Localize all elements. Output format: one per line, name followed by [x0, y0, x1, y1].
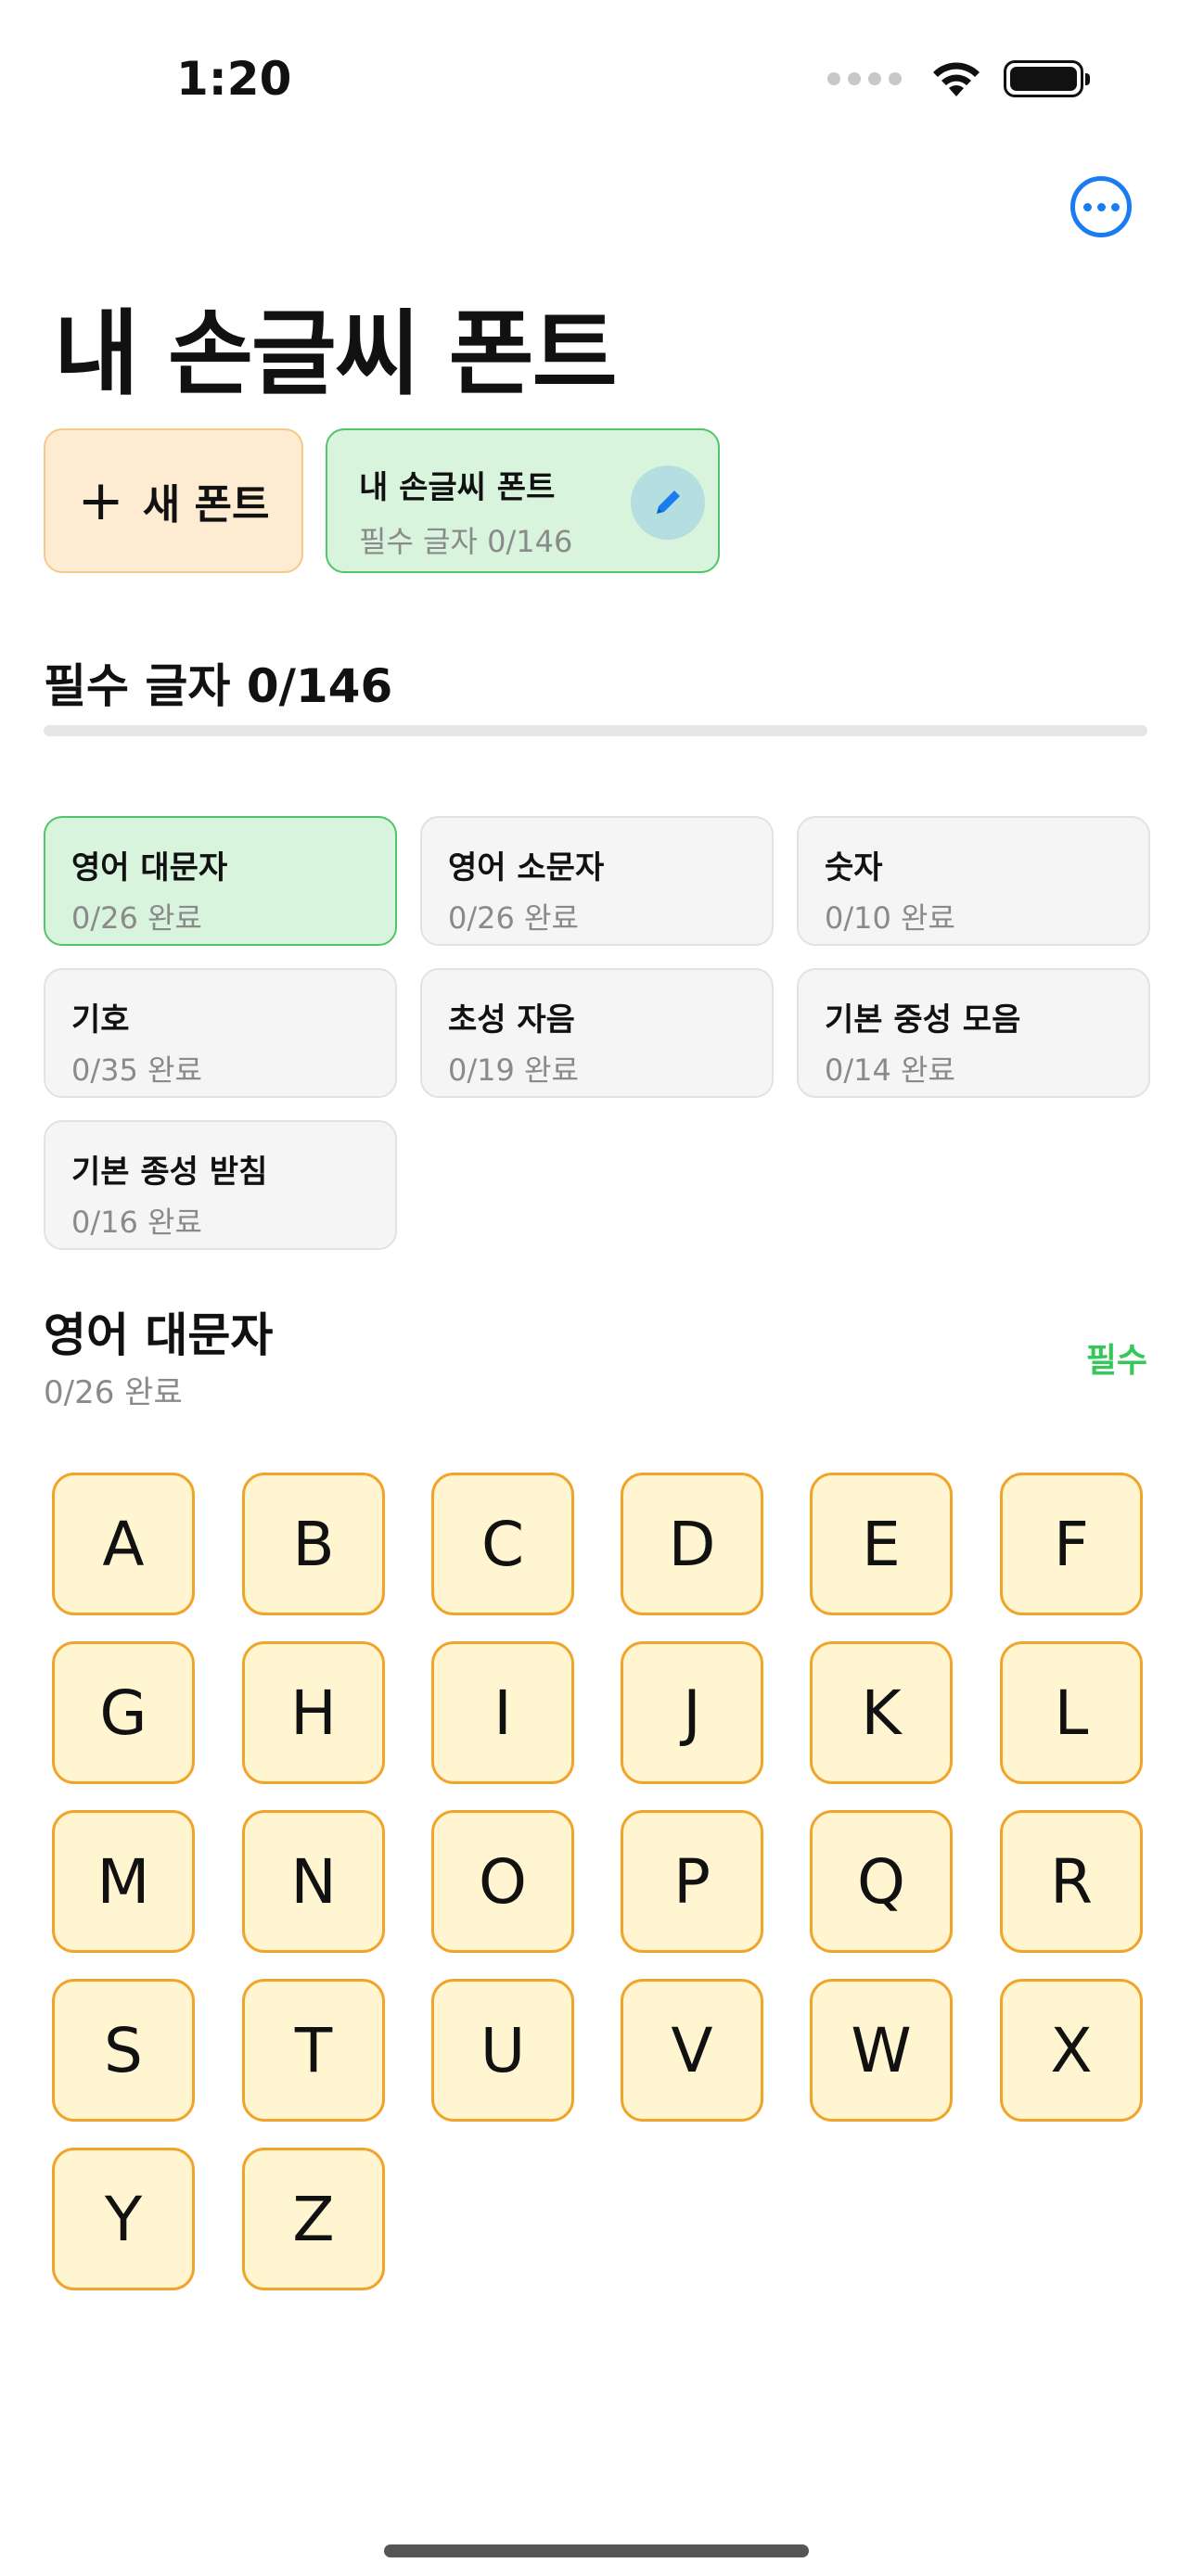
letter-tile[interactable]: N [242, 1810, 385, 1953]
letter-tile[interactable]: W [810, 1979, 953, 2122]
letter-tile[interactable]: B [242, 1473, 385, 1615]
cellular-signal-icon [827, 72, 902, 85]
category-progress: 0/26 완료 [448, 900, 579, 936]
required-progress-bar [44, 725, 1147, 736]
letter-tile[interactable]: O [431, 1810, 574, 1953]
letter-tile[interactable]: U [431, 1979, 574, 2122]
screen: 1:20 내 손글씨 폰트 + 새 폰트 내 손글씨 폰트 필수 글자 0/14… [0, 0, 1191, 2576]
category-progress: 0/16 완료 [71, 1205, 202, 1240]
letter-tile[interactable]: F [1000, 1473, 1143, 1615]
category-progress: 0/26 완료 [71, 900, 202, 936]
letter-tile[interactable]: Q [810, 1810, 953, 1953]
wifi-icon [933, 62, 980, 96]
category-progress: 0/10 완료 [825, 900, 955, 936]
category-card[interactable]: 영어 소문자 0/26 완료 [420, 816, 774, 946]
letter-tile[interactable]: J [621, 1641, 763, 1784]
more-options-button[interactable] [1070, 176, 1132, 237]
category-card[interactable]: 기호 0/35 완료 [44, 968, 397, 1098]
letter-tile[interactable]: P [621, 1810, 763, 1953]
category-card[interactable]: 숫자 0/10 완료 [797, 816, 1150, 946]
category-name: 영어 소문자 [448, 849, 605, 886]
category-progress: 0/35 완료 [71, 1052, 202, 1088]
category-name: 영어 대문자 [71, 849, 228, 886]
new-font-label: 새 폰트 [142, 481, 270, 529]
letter-tile[interactable]: V [621, 1979, 763, 2122]
letter-tile[interactable]: A [52, 1473, 195, 1615]
font-card-current[interactable]: 내 손글씨 폰트 필수 글자 0/146 [326, 428, 720, 573]
letter-tile[interactable]: H [242, 1641, 385, 1784]
page-title: 내 손글씨 폰트 [54, 300, 618, 408]
edit-font-button[interactable] [631, 465, 705, 540]
required-badge: 필수 [1085, 1342, 1147, 1380]
category-card[interactable]: 기본 중성 모음 0/14 완료 [797, 968, 1150, 1098]
letter-tile[interactable]: S [52, 1979, 195, 2122]
category-name: 기호 [71, 1001, 130, 1039]
category-progress: 0/19 완료 [448, 1052, 579, 1088]
pencil-icon [657, 491, 680, 514]
detail-progress: 0/26 완료 [44, 1374, 183, 1411]
letter-tile[interactable]: M [52, 1810, 195, 1953]
required-section-title: 필수 글자 0/146 [44, 659, 393, 713]
plus-icon: + [77, 468, 124, 533]
ellipsis-icon [1082, 202, 1092, 211]
home-indicator[interactable] [384, 2544, 809, 2557]
category-progress: 0/14 완료 [825, 1052, 955, 1088]
category-name: 기본 중성 모음 [825, 1001, 1021, 1039]
status-icons [827, 59, 1090, 98]
letter-tile[interactable]: R [1000, 1810, 1143, 1953]
letter-tile[interactable]: D [621, 1473, 763, 1615]
category-name: 기본 종성 받침 [71, 1154, 268, 1191]
category-card[interactable]: 초성 자음 0/19 완료 [420, 968, 774, 1098]
category-name: 숫자 [825, 849, 883, 886]
letter-tile[interactable]: Z [242, 2148, 385, 2290]
new-font-button[interactable]: + 새 폰트 [44, 428, 303, 573]
letter-tile[interactable]: I [431, 1641, 574, 1784]
letter-tile[interactable]: C [431, 1473, 574, 1615]
letter-tile[interactable]: E [810, 1473, 953, 1615]
letter-tile[interactable]: K [810, 1641, 953, 1784]
letter-tile[interactable]: G [52, 1641, 195, 1784]
letter-tile[interactable]: Y [52, 2148, 195, 2290]
battery-icon [1004, 60, 1090, 97]
detail-title: 영어 대문자 [44, 1308, 274, 1362]
category-card[interactable]: 영어 대문자 0/26 완료 [44, 816, 397, 946]
letter-tile[interactable]: X [1000, 1979, 1143, 2122]
letter-tile[interactable]: T [242, 1979, 385, 2122]
status-time: 1:20 [176, 52, 292, 106]
category-card[interactable]: 기본 종성 받침 0/16 완료 [44, 1120, 397, 1250]
letter-tile[interactable]: L [1000, 1641, 1143, 1784]
category-name: 초성 자음 [448, 1001, 575, 1039]
